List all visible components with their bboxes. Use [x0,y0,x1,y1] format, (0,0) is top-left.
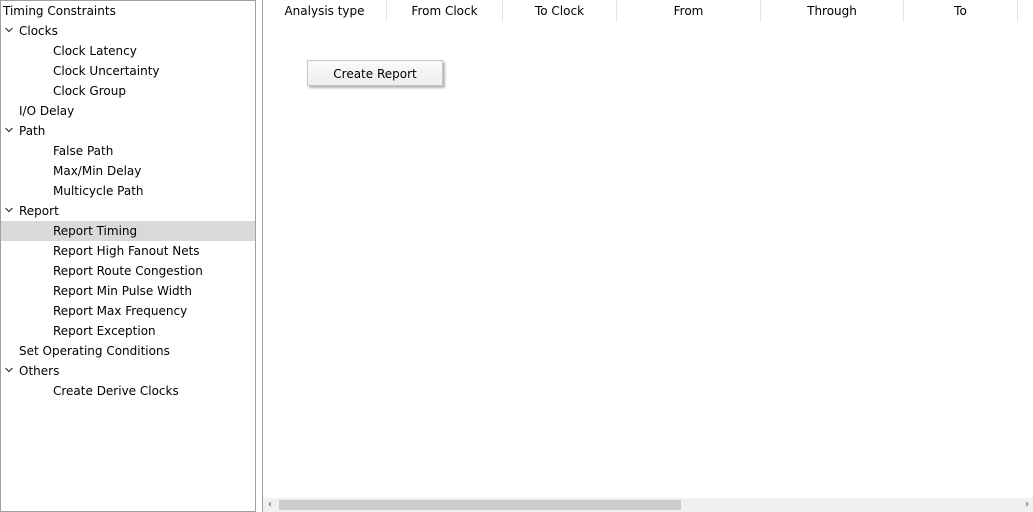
column-header[interactable]: To Clock [503,0,617,22]
tree-item[interactable]: Multicycle Path [1,181,255,201]
tree-item-label: Create Derive Clocks [53,384,179,398]
column-header[interactable]: Through [761,0,904,22]
tree-item-label: Report Min Pulse Width [53,284,192,298]
chevron-right-icon[interactable]: › [1020,498,1033,512]
tree-item[interactable]: I/O Delay [1,101,255,121]
tree-item-label: Report Route Congestion [53,264,203,278]
tree-item[interactable]: Clocks [1,21,255,41]
tree-item-label: Clocks [19,24,58,38]
tree-item-label: Max/Min Delay [53,164,142,178]
tree-item[interactable]: Report [1,201,255,221]
tree-item-label: I/O Delay [19,104,75,118]
tree-item-label: Report High Fanout Nets [53,244,200,258]
tree-item[interactable]: Clock Group [1,81,255,101]
chevron-left-icon[interactable]: ‹ [263,498,277,512]
tree-item-label: Multicycle Path [53,184,144,198]
tree-item-label: Clock Group [53,84,126,98]
tree-item-label: Others [19,364,60,378]
tree-item[interactable]: Report Min Pulse Width [1,281,255,301]
chevron-down-icon[interactable] [5,27,13,33]
tree-item[interactable]: Max/Min Delay [1,161,255,181]
chevron-down-icon[interactable] [5,207,13,213]
column-header[interactable]: From [617,0,761,22]
create-report-button[interactable]: Create Report [307,60,443,86]
tree-item[interactable]: Others [1,361,255,381]
table-header: Analysis type From Clock To Clock From Throu… [263,0,1033,22]
tree-item-label: Timing Constraints [3,4,116,18]
tree-item-label: False Path [53,144,114,158]
tree-item[interactable]: Report Route Congestion [1,261,255,281]
tree-item-label: Report Max Frequency [53,304,188,318]
tree-item[interactable]: Clock Latency [1,41,255,61]
column-header[interactable]: From Clock [387,0,503,22]
tree-item-label: Clock Uncertainty [53,64,160,78]
chevron-down-icon[interactable] [5,367,13,373]
report-panel: Analysis type From Clock To Clock From Throu… [262,0,1033,512]
tree-item[interactable]: Report Timing [1,221,255,241]
tree-item[interactable]: Clock Uncertainty [1,61,255,81]
tree-item-label: Report Timing [53,224,138,238]
tree-item-label: Report [19,204,59,218]
tree-item[interactable]: Create Derive Clocks [1,381,255,401]
tree-item[interactable]: Report Exception [1,321,255,341]
tree-item[interactable]: Report High Fanout Nets [1,241,255,261]
tree-item[interactable]: Set Operating Conditions [1,341,255,361]
tree-item[interactable]: False Path [1,141,255,161]
tree-item[interactable]: Report Max Frequency [1,301,255,321]
tree-item-label: Path [19,124,46,138]
tree-item-label: Set Operating Conditions [19,344,170,358]
tree-item-label: Report Exception [53,324,156,338]
horizontal-scrollbar[interactable]: ‹ › [263,498,1033,512]
tree-item-label: Clock Latency [53,44,137,58]
scrollbar-thumb[interactable] [279,500,681,510]
column-header[interactable]: To [904,0,1018,22]
chevron-down-icon[interactable] [5,127,13,133]
column-header[interactable]: Analysis type [263,0,387,22]
constraints-tree: Timing Constraints Clocks Clock Latency Clo… [0,0,256,512]
tree-item[interactable]: Path [1,121,255,141]
tree-item[interactable]: Timing Constraints [1,1,255,21]
